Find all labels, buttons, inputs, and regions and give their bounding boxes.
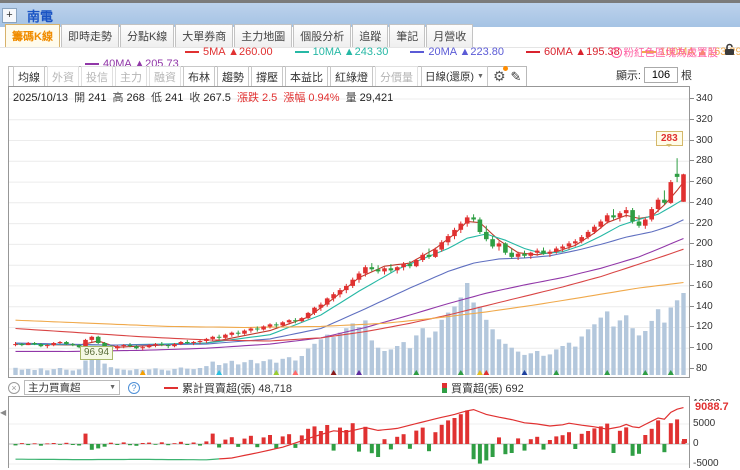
price-axis-label: 340	[690, 93, 713, 104]
tab-追蹤[interactable]: 追蹤	[352, 24, 389, 47]
display-bars-group: 顯示: 根	[616, 67, 692, 83]
indicator-axis: 1000050000-50009088.7	[690, 396, 740, 470]
tab-即時走勢[interactable]: 即時走勢	[60, 24, 119, 47]
toolbar-button-主力[interactable]: 主力	[115, 65, 147, 88]
ma-line-5MA	[15, 181, 684, 348]
period-select-value: 日線(還原)	[425, 71, 474, 83]
price-axis-label: 240	[690, 197, 713, 208]
price-axis-label: 100	[690, 342, 713, 353]
tab-筆記[interactable]: 筆記	[389, 24, 426, 47]
toolbar-button-外資[interactable]: 外資	[47, 65, 79, 88]
price-axis-label: 80	[690, 363, 707, 374]
price-axis-label: 180	[690, 259, 713, 270]
info-icon: i	[610, 47, 622, 58]
price-axis-label: 140	[690, 301, 713, 312]
lock-icon[interactable]	[723, 43, 736, 61]
collapse-pane-icon[interactable]: ◀	[0, 408, 6, 417]
price-axis-label: 320	[690, 114, 713, 125]
indicator-chart-canvas[interactable]	[9, 397, 689, 468]
indicator-axis-label: 5000	[693, 418, 716, 429]
add-stock-button[interactable]: +	[2, 7, 17, 23]
period-select[interactable]: 日線(還原) ▼	[421, 66, 488, 87]
toolbar-button-融資[interactable]: 融資	[149, 65, 181, 88]
chart-toolbar: 均線 外資 投信 主力 融資 布林 趨勢 撐壓 本益比 紅綠燈 分價量 日線(還原) ▼ ⚙ ✎	[8, 65, 528, 88]
toolbar-button-布林[interactable]: 布林	[183, 65, 215, 88]
disposition-note: i 粉紅色區塊為處置股	[610, 45, 719, 60]
ma-legend-20MA: 20MA ▲223.80	[410, 46, 504, 58]
display-label: 顯示:	[615, 70, 641, 82]
tab-大單券商[interactable]: 大單券商	[175, 24, 234, 47]
low-ma-marker: 96.94	[80, 346, 114, 360]
toolbar-button-本益比[interactable]: 本益比	[285, 65, 328, 88]
indicator-pane-header: × 主力買賣超 ▼ ? 累計買賣超(張) 48,718 買賣超(張) 692	[8, 379, 690, 396]
indicator-axis-label: 0	[693, 438, 699, 449]
toolbar-button-趨勢[interactable]: 趨勢	[217, 65, 249, 88]
ma-line-100MA	[15, 281, 684, 329]
legend-daily: 買賣超(張) 692	[442, 380, 524, 396]
chevron-down-icon: ▼	[477, 73, 484, 80]
disposition-note-text: 粉紅色區塊為處置股	[623, 47, 719, 59]
legend-cumulative: 累計買賣超(張) 48,718	[164, 380, 292, 396]
ma-legend-60MA: 60MA ▲195.38	[526, 46, 620, 58]
candlestick-chart-canvas[interactable]	[9, 87, 689, 377]
toolbar-button-紅綠燈[interactable]: 紅綠燈	[330, 65, 373, 88]
help-icon[interactable]: ?	[128, 381, 140, 394]
ohlc-date: 2025/10/13	[13, 92, 69, 104]
price-axis-label: 160	[690, 280, 713, 291]
gear-icon[interactable]: ⚙	[493, 66, 508, 85]
tab-主力地圖[interactable]: 主力地圖	[234, 24, 293, 47]
indicator-select[interactable]: 主力買賣超 ▼	[24, 380, 120, 395]
tab-月營收[interactable]: 月營收	[426, 24, 474, 47]
tab-個股分析[interactable]: 個股分析	[293, 24, 352, 47]
display-unit: 根	[681, 70, 692, 82]
ma-legend-10MA: 10MA ▲243.30	[294, 46, 388, 58]
indicator-axis-label: -5000	[693, 458, 719, 469]
toolbar-buttons: 均線 外資 投信 主力 融資 布林 趨勢 撐壓 本益比 紅綠燈 分價量	[12, 65, 419, 88]
ma-legend-5MA: 5MA ▲260.00	[185, 46, 273, 58]
price-axis-label: 220	[690, 218, 713, 229]
price-axis-label: 280	[690, 155, 713, 166]
bar-swatch	[442, 382, 448, 393]
price-axis-label: 200	[690, 238, 713, 249]
stock-title: 南電	[27, 8, 54, 24]
price-axis-label: 260	[690, 176, 713, 187]
toolbar-button-均線[interactable]: 均線	[13, 65, 45, 88]
toolbar-button-撐壓[interactable]: 撐壓	[251, 65, 283, 88]
close-icon[interactable]: ×	[8, 381, 20, 394]
pencil-icon[interactable]: ✎	[511, 69, 522, 85]
ohlc-readout: 2025/10/13 開 241 高 268 低 241 收 267.5 漲跌 2.5 漲…	[13, 92, 394, 104]
current-daily-marker	[682, 439, 687, 443]
high-price-marker: 283	[656, 131, 683, 147]
main-chart-frame	[8, 86, 690, 378]
price-axis-label: 120	[690, 321, 713, 332]
chevron-down-icon: ▼	[109, 384, 116, 391]
display-bars-input[interactable]	[644, 67, 678, 83]
tab-分點K線[interactable]: 分點K線	[119, 24, 175, 47]
tab-籌碼K線[interactable]: 籌碼K線	[5, 24, 60, 47]
line-swatch	[164, 386, 178, 389]
indicator-select-value: 主力買賣超	[28, 382, 81, 394]
notification-dot	[502, 66, 508, 71]
stock-chart-app: { "window": { "title": "南電", "add_button…	[0, 0, 740, 470]
toolbar-button-投信[interactable]: 投信	[81, 65, 113, 88]
cumulative-current-value: 9088.7	[693, 401, 731, 413]
price-axis: 340 320 300 280 260 240 220 200 180 160 140 120 100 8…	[690, 86, 740, 378]
price-axis-label: 300	[690, 135, 713, 146]
indicator-chart-frame	[8, 396, 690, 468]
toolbar-button-分價量[interactable]: 分價量	[375, 65, 418, 88]
